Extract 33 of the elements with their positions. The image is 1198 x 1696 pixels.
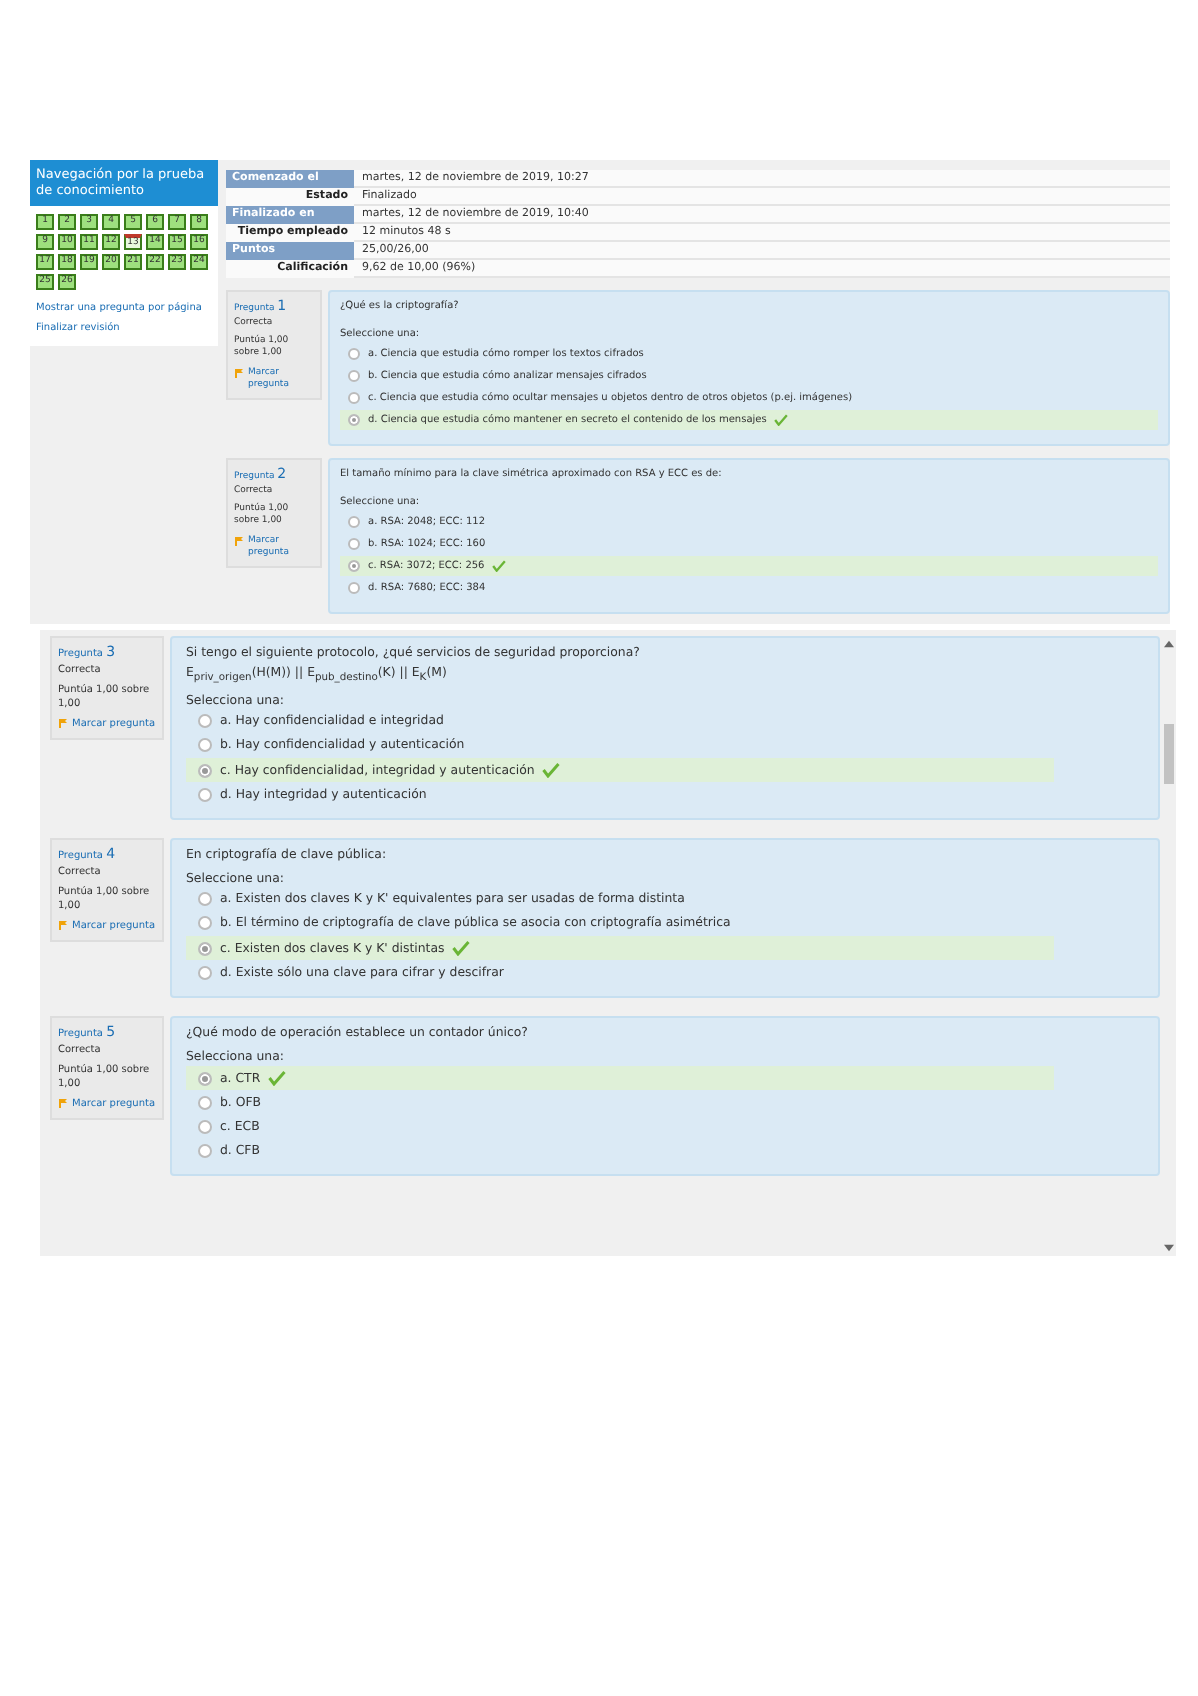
radio-button[interactable] — [198, 1144, 212, 1159]
radio-button[interactable] — [198, 1096, 212, 1111]
radio-button[interactable] — [348, 370, 360, 382]
radio-button[interactable] — [348, 348, 360, 360]
check-icon — [452, 940, 471, 957]
flag-icon — [234, 535, 244, 546]
flag-icon — [58, 920, 68, 931]
radio-button[interactable] — [198, 763, 212, 778]
check-icon — [542, 762, 561, 779]
radio-button[interactable] — [198, 916, 212, 931]
radio-button[interactable] — [198, 1071, 212, 1086]
check-icon — [774, 414, 789, 426]
radio-button[interactable] — [198, 738, 212, 753]
flag-icon — [58, 1098, 68, 1109]
radio-button[interactable] — [198, 966, 212, 981]
radio-button[interactable] — [348, 582, 360, 594]
radio-button[interactable] — [198, 714, 212, 729]
scroll-up-icon[interactable] — [1163, 640, 1173, 648]
radio-button[interactable] — [198, 892, 212, 907]
radio-button[interactable] — [348, 560, 360, 572]
check-icon — [492, 560, 507, 572]
radio-button[interactable] — [198, 941, 212, 956]
flag-icon — [58, 717, 68, 728]
radio-button[interactable] — [348, 538, 360, 550]
radio-button[interactable] — [198, 788, 212, 803]
flag-icon — [234, 367, 244, 378]
radio-button[interactable] — [348, 516, 360, 528]
scroll-down-icon[interactable] — [1163, 1244, 1173, 1252]
radio-button[interactable] — [348, 414, 360, 426]
radio-button[interactable] — [348, 392, 360, 404]
radio-button[interactable] — [198, 1120, 212, 1135]
scroll-thumb[interactable] — [1163, 724, 1173, 784]
check-icon — [268, 1070, 287, 1087]
